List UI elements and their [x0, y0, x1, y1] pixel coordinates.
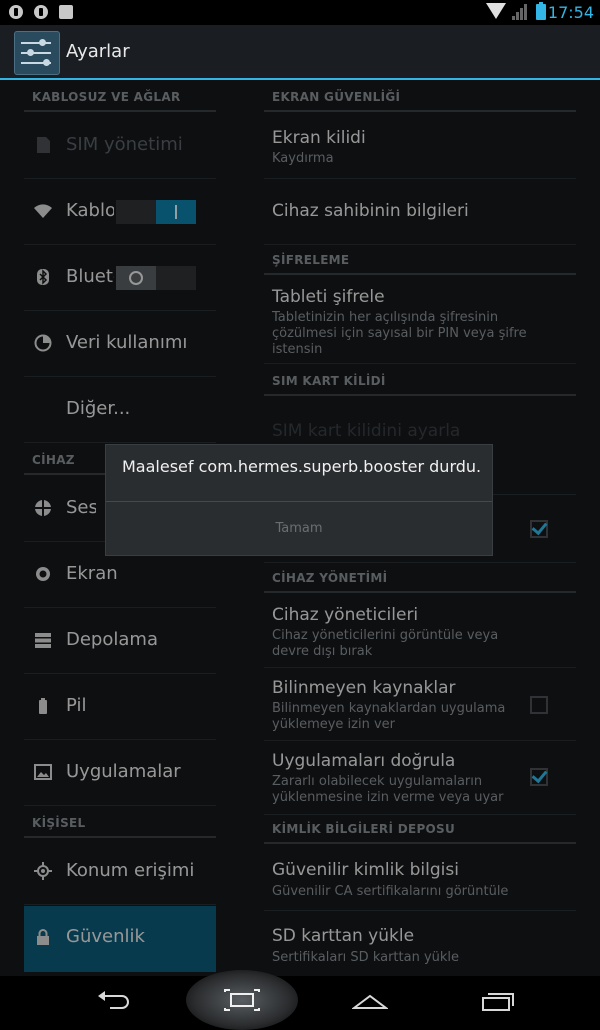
settings-icon[interactable] — [14, 31, 60, 75]
notification-icon — [9, 5, 23, 19]
back-icon[interactable] — [96, 988, 132, 1012]
app-title: Ayarlar — [66, 41, 130, 62]
navigation-bar — [0, 970, 600, 1030]
battery-status-icon — [536, 2, 546, 20]
app-stopped-dialog: Maalesef com.hermes.superb.booster durdu… — [106, 445, 492, 555]
action-bar: Ayarlar — [0, 25, 600, 80]
info-icon — [34, 5, 48, 19]
clock: 17:54 — [547, 3, 594, 22]
screenshot-icon[interactable] — [224, 988, 260, 1012]
ok-button[interactable]: Tamam — [106, 502, 492, 555]
status-bar: 17:54 — [0, 0, 600, 25]
dialog-message: Maalesef com.hermes.superb.booster durdu… — [122, 457, 482, 476]
download-icon — [59, 5, 73, 19]
recents-icon[interactable] — [480, 988, 516, 1012]
cell-signal-icon — [512, 4, 528, 20]
wifi-signal-icon — [486, 3, 506, 19]
home-icon[interactable] — [352, 988, 388, 1012]
